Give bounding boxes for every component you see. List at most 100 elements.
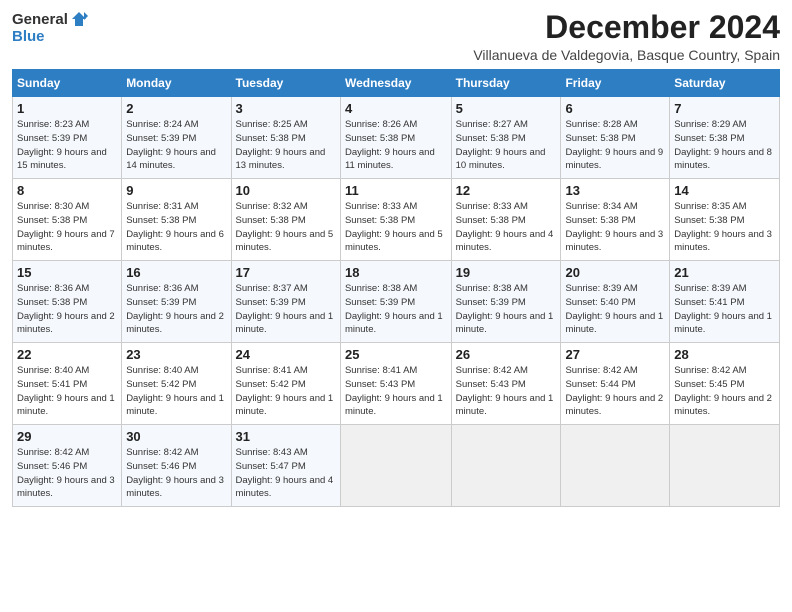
col-saturday: Saturday: [670, 70, 780, 97]
table-row: 1 Sunrise: 8:23 AMSunset: 5:39 PMDayligh…: [13, 97, 122, 179]
day-info: Sunrise: 8:39 AMSunset: 5:40 PMDaylight:…: [565, 283, 663, 335]
page-container: General Blue December 2024 Villanueva de…: [0, 0, 792, 515]
day-number: 6: [565, 101, 665, 116]
day-number: 7: [674, 101, 775, 116]
day-number: 11: [345, 183, 447, 198]
day-info: Sunrise: 8:30 AMSunset: 5:38 PMDaylight:…: [17, 201, 115, 253]
col-thursday: Thursday: [451, 70, 561, 97]
col-wednesday: Wednesday: [340, 70, 451, 97]
month-title: December 2024: [473, 10, 780, 45]
table-row: 28 Sunrise: 8:42 AMSunset: 5:45 PMDaylig…: [670, 343, 780, 425]
table-row: 3 Sunrise: 8:25 AMSunset: 5:38 PMDayligh…: [231, 97, 340, 179]
day-number: 16: [126, 265, 226, 280]
table-row: 19 Sunrise: 8:38 AMSunset: 5:39 PMDaylig…: [451, 261, 561, 343]
table-row: 13 Sunrise: 8:34 AMSunset: 5:38 PMDaylig…: [561, 179, 670, 261]
day-number: 24: [236, 347, 336, 362]
col-tuesday: Tuesday: [231, 70, 340, 97]
day-number: 19: [456, 265, 557, 280]
table-row: 21 Sunrise: 8:39 AMSunset: 5:41 PMDaylig…: [670, 261, 780, 343]
day-info: Sunrise: 8:32 AMSunset: 5:38 PMDaylight:…: [236, 201, 334, 253]
day-info: Sunrise: 8:31 AMSunset: 5:38 PMDaylight:…: [126, 201, 224, 253]
day-number: 2: [126, 101, 226, 116]
day-number: 10: [236, 183, 336, 198]
day-info: Sunrise: 8:33 AMSunset: 5:38 PMDaylight:…: [456, 201, 554, 253]
calendar-row: 1 Sunrise: 8:23 AMSunset: 5:39 PMDayligh…: [13, 97, 780, 179]
day-info: Sunrise: 8:39 AMSunset: 5:41 PMDaylight:…: [674, 283, 772, 335]
day-number: 4: [345, 101, 447, 116]
table-row: 14 Sunrise: 8:35 AMSunset: 5:38 PMDaylig…: [670, 179, 780, 261]
day-info: Sunrise: 8:24 AMSunset: 5:39 PMDaylight:…: [126, 119, 216, 171]
day-info: Sunrise: 8:29 AMSunset: 5:38 PMDaylight:…: [674, 119, 772, 171]
day-info: Sunrise: 8:34 AMSunset: 5:38 PMDaylight:…: [565, 201, 663, 253]
day-number: 5: [456, 101, 557, 116]
day-info: Sunrise: 8:33 AMSunset: 5:38 PMDaylight:…: [345, 201, 443, 253]
day-info: Sunrise: 8:26 AMSunset: 5:38 PMDaylight:…: [345, 119, 435, 171]
table-row: 22 Sunrise: 8:40 AMSunset: 5:41 PMDaylig…: [13, 343, 122, 425]
calendar-body: 1 Sunrise: 8:23 AMSunset: 5:39 PMDayligh…: [13, 97, 780, 507]
table-row: [561, 425, 670, 507]
table-row: 26 Sunrise: 8:42 AMSunset: 5:43 PMDaylig…: [451, 343, 561, 425]
day-info: Sunrise: 8:27 AMSunset: 5:38 PMDaylight:…: [456, 119, 546, 171]
day-number: 1: [17, 101, 117, 116]
day-number: 20: [565, 265, 665, 280]
table-row: 11 Sunrise: 8:33 AMSunset: 5:38 PMDaylig…: [340, 179, 451, 261]
day-info: Sunrise: 8:23 AMSunset: 5:39 PMDaylight:…: [17, 119, 107, 171]
day-info: Sunrise: 8:43 AMSunset: 5:47 PMDaylight:…: [236, 447, 334, 499]
calendar-row: 8 Sunrise: 8:30 AMSunset: 5:38 PMDayligh…: [13, 179, 780, 261]
day-info: Sunrise: 8:36 AMSunset: 5:38 PMDaylight:…: [17, 283, 115, 335]
table-row: 29 Sunrise: 8:42 AMSunset: 5:46 PMDaylig…: [13, 425, 122, 507]
day-info: Sunrise: 8:35 AMSunset: 5:38 PMDaylight:…: [674, 201, 772, 253]
day-info: Sunrise: 8:42 AMSunset: 5:44 PMDaylight:…: [565, 365, 663, 417]
table-row: [670, 425, 780, 507]
day-number: 27: [565, 347, 665, 362]
day-info: Sunrise: 8:41 AMSunset: 5:42 PMDaylight:…: [236, 365, 334, 417]
day-number: 15: [17, 265, 117, 280]
table-row: 16 Sunrise: 8:36 AMSunset: 5:39 PMDaylig…: [122, 261, 231, 343]
header-row: Sunday Monday Tuesday Wednesday Thursday…: [13, 70, 780, 97]
logo-blue: Blue: [12, 28, 45, 45]
day-info: Sunrise: 8:40 AMSunset: 5:42 PMDaylight:…: [126, 365, 224, 417]
table-row: 4 Sunrise: 8:26 AMSunset: 5:38 PMDayligh…: [340, 97, 451, 179]
table-row: 5 Sunrise: 8:27 AMSunset: 5:38 PMDayligh…: [451, 97, 561, 179]
day-info: Sunrise: 8:28 AMSunset: 5:38 PMDaylight:…: [565, 119, 663, 171]
calendar-row: 15 Sunrise: 8:36 AMSunset: 5:38 PMDaylig…: [13, 261, 780, 343]
day-number: 26: [456, 347, 557, 362]
table-row: 17 Sunrise: 8:37 AMSunset: 5:39 PMDaylig…: [231, 261, 340, 343]
day-number: 12: [456, 183, 557, 198]
day-info: Sunrise: 8:25 AMSunset: 5:38 PMDaylight:…: [236, 119, 326, 171]
day-number: 18: [345, 265, 447, 280]
day-info: Sunrise: 8:42 AMSunset: 5:46 PMDaylight:…: [17, 447, 115, 499]
day-info: Sunrise: 8:38 AMSunset: 5:39 PMDaylight:…: [456, 283, 554, 335]
day-number: 23: [126, 347, 226, 362]
table-row: 2 Sunrise: 8:24 AMSunset: 5:39 PMDayligh…: [122, 97, 231, 179]
logo-icon: [70, 10, 88, 28]
col-sunday: Sunday: [13, 70, 122, 97]
table-row: 6 Sunrise: 8:28 AMSunset: 5:38 PMDayligh…: [561, 97, 670, 179]
col-monday: Monday: [122, 70, 231, 97]
day-info: Sunrise: 8:42 AMSunset: 5:46 PMDaylight:…: [126, 447, 224, 499]
day-number: 17: [236, 265, 336, 280]
title-block: December 2024 Villanueva de Valdegovia, …: [473, 10, 780, 63]
day-number: 13: [565, 183, 665, 198]
table-row: 27 Sunrise: 8:42 AMSunset: 5:44 PMDaylig…: [561, 343, 670, 425]
calendar-header: Sunday Monday Tuesday Wednesday Thursday…: [13, 70, 780, 97]
day-number: 21: [674, 265, 775, 280]
table-row: 8 Sunrise: 8:30 AMSunset: 5:38 PMDayligh…: [13, 179, 122, 261]
table-row: 30 Sunrise: 8:42 AMSunset: 5:46 PMDaylig…: [122, 425, 231, 507]
day-info: Sunrise: 8:40 AMSunset: 5:41 PMDaylight:…: [17, 365, 115, 417]
table-row: [451, 425, 561, 507]
day-number: 25: [345, 347, 447, 362]
day-number: 14: [674, 183, 775, 198]
table-row: 25 Sunrise: 8:41 AMSunset: 5:43 PMDaylig…: [340, 343, 451, 425]
day-number: 29: [17, 429, 117, 444]
table-row: 18 Sunrise: 8:38 AMSunset: 5:39 PMDaylig…: [340, 261, 451, 343]
day-info: Sunrise: 8:42 AMSunset: 5:45 PMDaylight:…: [674, 365, 772, 417]
subtitle: Villanueva de Valdegovia, Basque Country…: [473, 47, 780, 63]
day-number: 22: [17, 347, 117, 362]
day-number: 9: [126, 183, 226, 198]
day-number: 31: [236, 429, 336, 444]
table-row: 20 Sunrise: 8:39 AMSunset: 5:40 PMDaylig…: [561, 261, 670, 343]
day-info: Sunrise: 8:37 AMSunset: 5:39 PMDaylight:…: [236, 283, 334, 335]
table-row: 10 Sunrise: 8:32 AMSunset: 5:38 PMDaylig…: [231, 179, 340, 261]
table-row: 7 Sunrise: 8:29 AMSunset: 5:38 PMDayligh…: [670, 97, 780, 179]
